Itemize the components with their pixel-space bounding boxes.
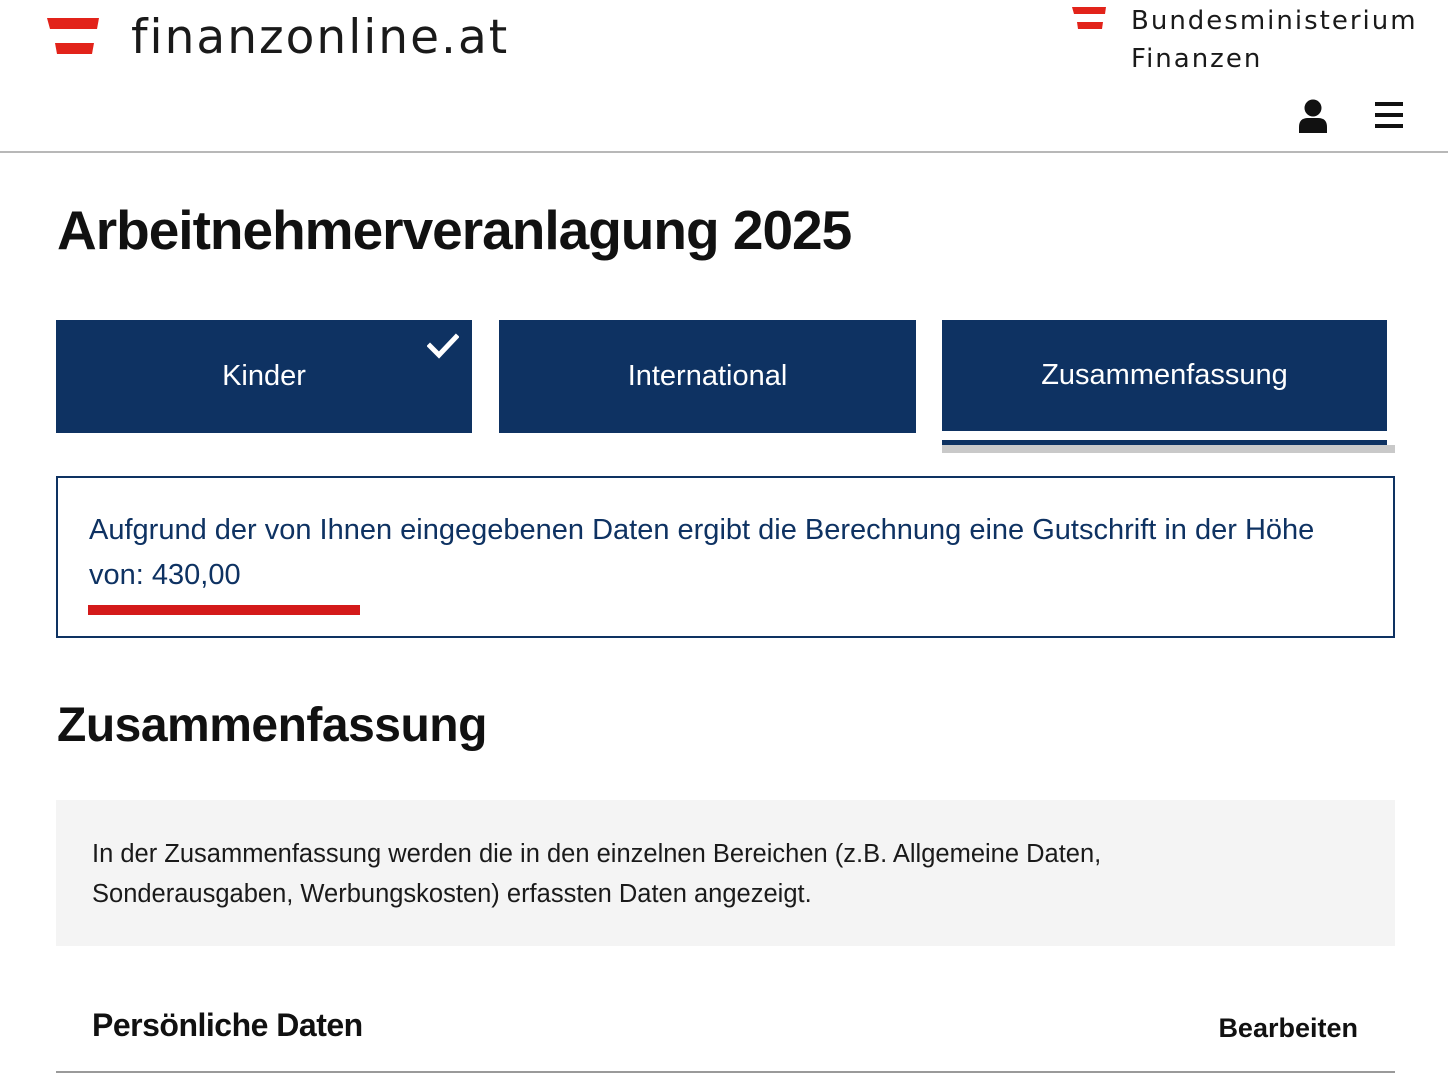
summary-info-line-1: In der Zusammenfassung werden die in den… xyxy=(92,840,1102,868)
site-header: finanzonline.at Bundesministerium Finanz… xyxy=(0,0,1448,153)
refund-result-line-1: Aufgrund der von Ihnen eingegebenen Date… xyxy=(89,514,1315,546)
step-international[interactable]: International xyxy=(499,320,916,433)
step-label: International xyxy=(627,360,788,392)
ministry-flag-icon xyxy=(1072,7,1106,29)
summary-info-line-2: Sonderausgaben, Werbungskosten) erfasste… xyxy=(92,880,812,908)
refund-amount-highlight xyxy=(88,605,360,615)
personal-data-title: Persönliche Daten xyxy=(92,1007,363,1043)
step-kinder[interactable]: Kinder xyxy=(56,320,472,433)
ministry-line-1: Bundesministerium xyxy=(1131,6,1418,36)
ministry-line-2: Finanzen xyxy=(1131,44,1263,74)
step-label: Zusammenfassung xyxy=(1041,359,1288,391)
refund-result-text: Aufgrund der von Ihnen eingegebenen Date… xyxy=(89,508,1379,598)
step-zusammenfassung[interactable]: Zusammenfassung xyxy=(942,320,1387,431)
personal-data-section: Persönliche Daten Bearbeiten xyxy=(56,995,1395,1073)
step-label: Kinder xyxy=(222,360,306,392)
edit-personal-data-button[interactable]: Bearbeiten xyxy=(1218,1013,1358,1044)
ministry-name: Bundesministerium Finanzen xyxy=(1131,2,1418,78)
refund-result-line-2: von: 430,00 xyxy=(89,559,241,591)
checkmark-icon xyxy=(427,333,459,359)
hamburger-menu-icon[interactable] xyxy=(1375,102,1403,128)
summary-info-text: In der Zusammenfassung werden die in den… xyxy=(92,834,1242,914)
refund-result-box: Aufgrund der von Ihnen eingegebenen Date… xyxy=(56,476,1395,638)
section-title: Zusammenfassung xyxy=(57,699,487,752)
active-step-shadow xyxy=(942,445,1395,453)
user-icon[interactable] xyxy=(1298,99,1328,133)
page-title: Arbeitnehmerveranlagung 2025 xyxy=(57,199,852,261)
page: finanzonline.at Bundesministerium Finanz… xyxy=(0,0,1448,1086)
austria-flag-icon[interactable] xyxy=(47,18,99,54)
site-name[interactable]: finanzonline.at xyxy=(131,8,509,68)
summary-info-box: In der Zusammenfassung werden die in den… xyxy=(56,800,1395,946)
